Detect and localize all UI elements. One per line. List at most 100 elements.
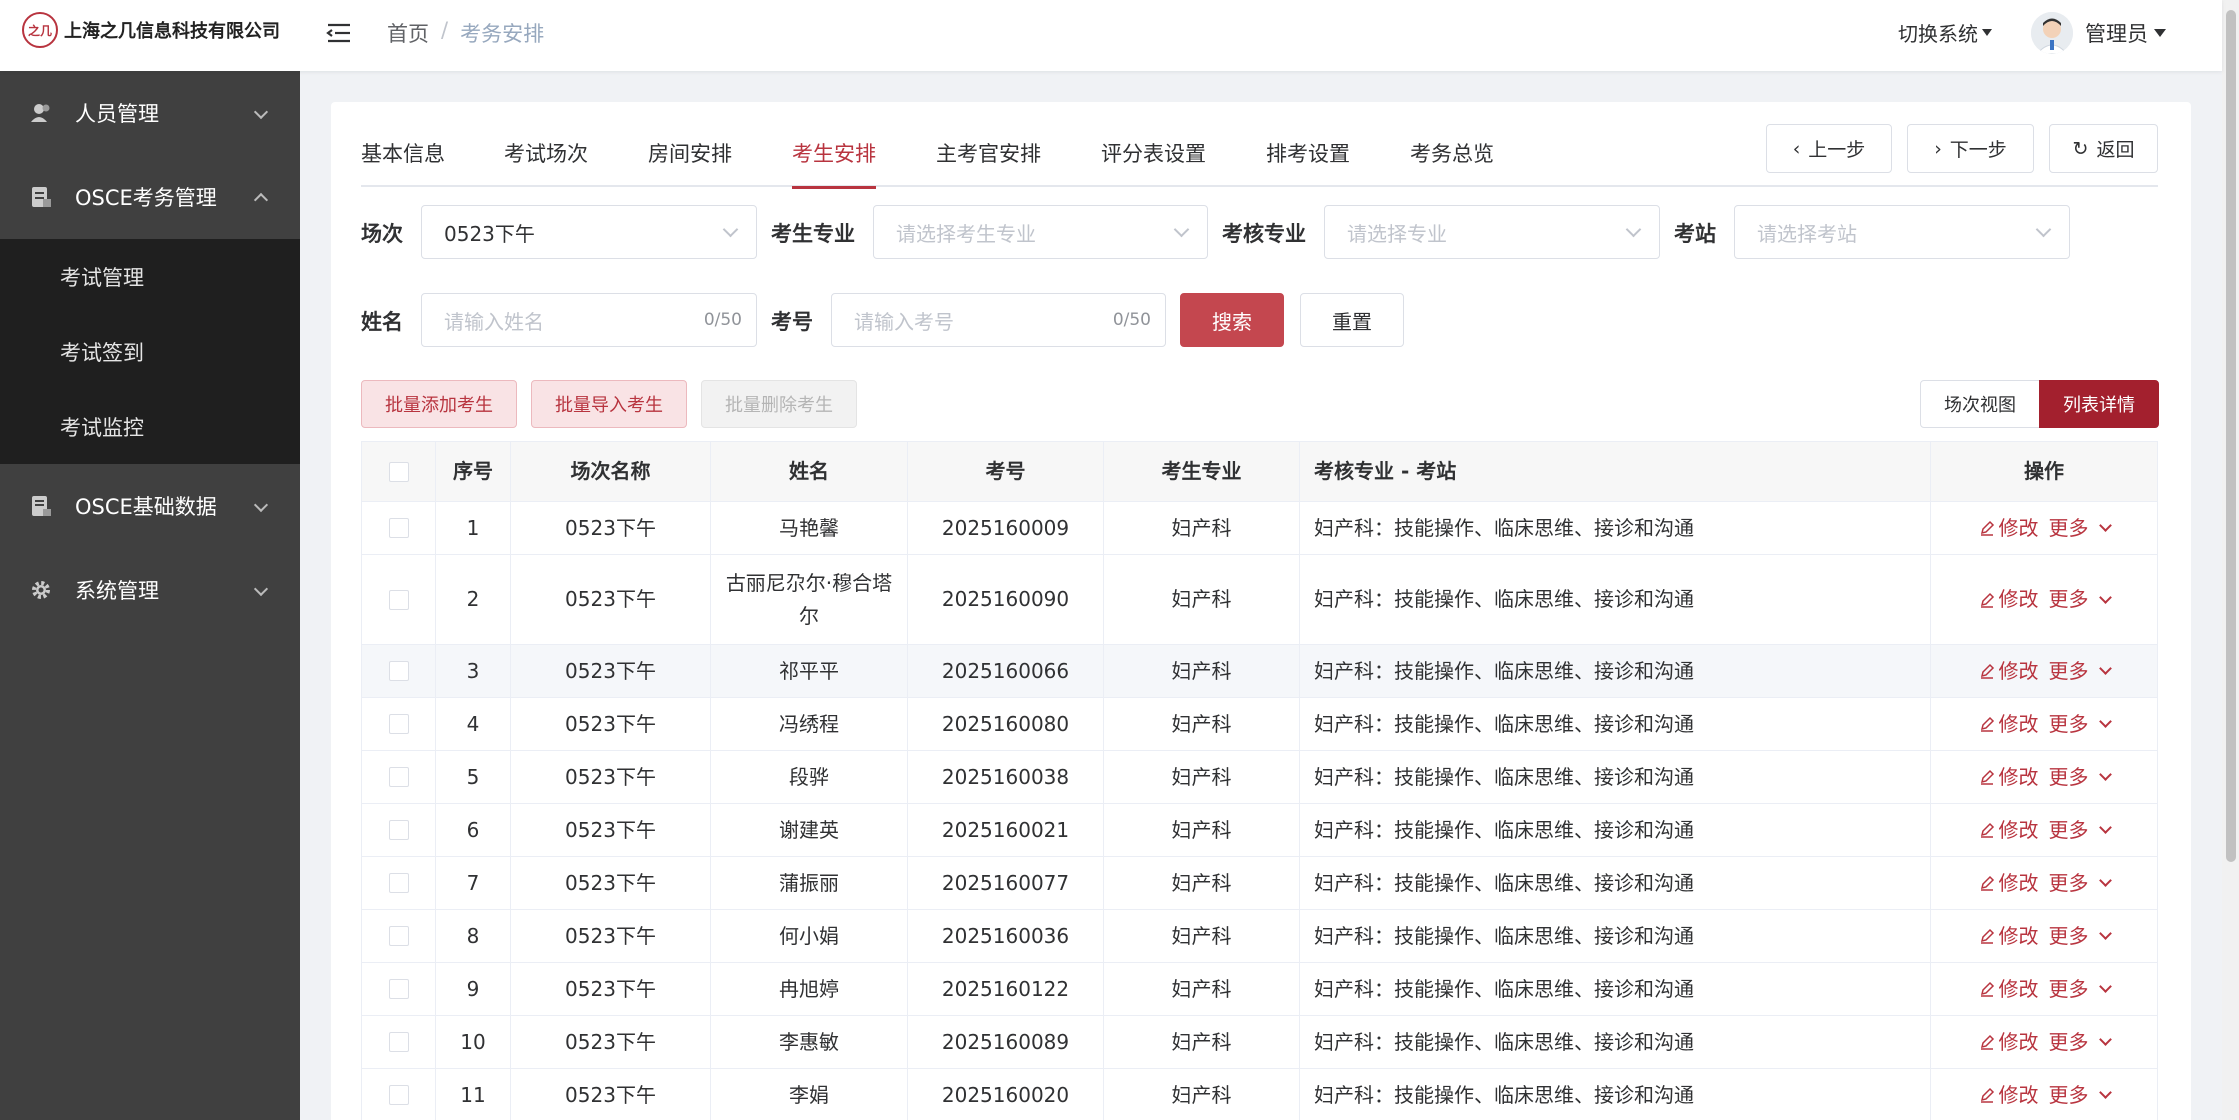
row-exam-number: 2025160020 [908, 1069, 1104, 1120]
avatar[interactable] [2031, 12, 2073, 54]
more-dropdown[interactable]: 更多 [2048, 761, 2112, 794]
row-checkbox[interactable] [388, 661, 409, 681]
table-row[interactable]: 6 0523下午 谢建英 2025160021 妇产科 妇产科：技能操作、临床思维、接诊和… [362, 804, 2157, 857]
edit-label: 修改 [1998, 870, 2039, 895]
edit-link[interactable]: 修改 [1979, 814, 2039, 847]
table-row[interactable]: 10 0523下午 李惠敏 2025160089 妇产科 妇产科：技能操作、临床思维、接诊… [362, 1016, 2157, 1069]
sidebar-item-osce-data[interactable]: OSCE基础数据 [0, 464, 300, 548]
row-actions: 修改 更多 [1931, 963, 2157, 1015]
sidebar-item-system[interactable]: 系统管理 [0, 548, 300, 632]
row-checkbox[interactable] [388, 1085, 409, 1105]
tab-schedule-settings[interactable]: 排考设置 [1266, 138, 1350, 187]
session-view-button[interactable]: 场次视图 [1920, 380, 2040, 428]
row-checkbox[interactable] [388, 820, 409, 840]
more-label: 更多 [2048, 658, 2089, 683]
table-row[interactable]: 5 0523下午 段骅 2025160038 妇产科 妇产科：技能操作、临床思维、接诊和沟… [362, 751, 2157, 804]
row-actions: 修改 更多 [1931, 502, 2157, 554]
row-exam-number: 2025160090 [908, 555, 1104, 644]
row-actions: 修改 更多 [1931, 857, 2157, 909]
row-session: 0523下午 [511, 857, 711, 909]
tab-exam-sessions[interactable]: 考试场次 [504, 138, 588, 187]
edit-link[interactable]: 修改 [1979, 708, 2039, 741]
chevron-down-icon [2098, 590, 2112, 604]
edit-link[interactable]: 修改 [1979, 1079, 2039, 1112]
reset-button[interactable]: 重置 [1300, 293, 1404, 347]
next-step-button[interactable]: › 下一步 [1907, 124, 2034, 173]
batch-import-students-button[interactable]: 批量导入考生 [531, 380, 687, 428]
row-checkbox[interactable] [388, 714, 409, 734]
tab-basic-info[interactable]: 基本信息 [361, 138, 445, 187]
submenu-item-exam-checkin[interactable]: 考试签到 [0, 314, 300, 389]
more-dropdown[interactable]: 更多 [2049, 814, 2112, 847]
number-label: 考号 [771, 310, 813, 334]
edit-link[interactable]: 修改 [1979, 920, 2039, 953]
tab-score-sheet[interactable]: 评分表设置 [1101, 138, 1206, 187]
menu-toggle-icon[interactable] [326, 20, 352, 46]
assess-major-select[interactable]: 请选择专业 [1324, 205, 1660, 259]
edit-link[interactable]: 修改 [1979, 583, 2039, 616]
table-row[interactable]: 11 0523下午 李娟 2025160020 妇产科 妇产科：技能操作、临床思维、接诊和… [362, 1069, 2157, 1120]
select-all-checkbox[interactable] [388, 461, 409, 482]
switch-system-dropdown[interactable]: 切换系统 [1898, 18, 1992, 47]
row-actions: 修改 更多 [1931, 698, 2157, 750]
prev-step-button[interactable]: ‹ 上一步 [1766, 124, 1892, 173]
row-number: 3 [436, 645, 511, 697]
batch-add-students-button[interactable]: 批量添加考生 [361, 380, 517, 428]
edit-link[interactable]: 修改 [1979, 867, 2039, 900]
tab-student-arrangement[interactable]: 考生安排 [792, 138, 876, 189]
more-dropdown[interactable]: 更多 [2049, 867, 2112, 900]
sidebar-item-osce-affairs[interactable]: OSCE考务管理 [0, 155, 300, 239]
edit-link[interactable]: 修改 [1979, 1026, 2039, 1059]
more-dropdown[interactable]: 更多 [2049, 583, 2112, 616]
table-row[interactable]: 4 0523下午 冯绣程 2025160080 妇产科 妇产科：技能操作、临床思维、接诊和… [362, 698, 2157, 751]
row-select-cell [362, 804, 436, 856]
more-dropdown[interactable]: 更多 [2049, 973, 2112, 1006]
more-dropdown[interactable]: 更多 [2049, 1079, 2112, 1112]
edit-label: 修改 [1998, 817, 2039, 842]
scrollbar-thumb[interactable] [2226, 10, 2236, 862]
session-select[interactable]: 0523下午 [421, 205, 757, 259]
row-checkbox[interactable] [388, 926, 409, 946]
student-major-select[interactable]: 请选择考生专业 [873, 205, 1208, 259]
row-checkbox[interactable] [388, 589, 409, 610]
table-row[interactable]: 8 0523下午 何小娟 2025160036 妇产科 妇产科：技能操作、临床思维、接诊和… [362, 910, 2157, 963]
edit-link[interactable]: 修改 [1979, 973, 2039, 1006]
chevron-down-icon [2098, 1086, 2112, 1099]
tab-examiner-arrangement[interactable]: 主考官安排 [936, 138, 1041, 187]
name-input[interactable]: 请输入姓名 0/50 [421, 293, 757, 347]
station-select[interactable]: 请选择考站 [1734, 205, 2070, 259]
more-dropdown[interactable]: 更多 [2049, 1026, 2112, 1059]
edit-link[interactable]: 修改 [1979, 512, 2039, 545]
search-button[interactable]: 搜索 [1180, 293, 1284, 347]
list-detail-button[interactable]: 列表详情 [2039, 380, 2159, 428]
row-checkbox[interactable] [388, 1032, 409, 1052]
more-label: 更多 [2048, 764, 2089, 789]
edit-link[interactable]: 修改 [1979, 655, 2039, 688]
user-name-label: 管理员 [2085, 22, 2148, 46]
breadcrumb-home[interactable]: 首页 [387, 18, 429, 48]
row-checkbox[interactable] [388, 767, 409, 787]
table-row[interactable]: 2 0523下午 古丽尼尕尔·穆合塔尔 2025160090 妇产科 妇产科：技能操作、临… [362, 555, 2157, 645]
more-dropdown[interactable]: 更多 [2049, 708, 2112, 741]
row-checkbox[interactable] [388, 873, 409, 893]
more-dropdown[interactable]: 更多 [2049, 920, 2112, 953]
tab-room-arrangement[interactable]: 房间安排 [648, 138, 732, 187]
more-dropdown[interactable]: 更多 [2048, 655, 2112, 688]
edit-link[interactable]: 修改 [1979, 761, 2039, 794]
sidebar-item-personnel[interactable]: 人员管理 [0, 71, 300, 155]
company-logo[interactable]: 之几 上海之几信息科技有限公司 [22, 12, 280, 48]
page-scrollbar[interactable] [2222, 0, 2239, 1120]
exam-number-input[interactable]: 请输入考号 0/50 [831, 293, 1166, 347]
table-row[interactable]: 9 0523下午 冉旭婷 2025160122 妇产科 妇产科：技能操作、临床思维、接诊和… [362, 963, 2157, 1016]
table-row[interactable]: 3 0523下午 祁平平 2025160066 妇产科 妇产科：技能操作、临床思维、接诊和… [362, 645, 2157, 698]
row-checkbox[interactable] [388, 979, 409, 999]
table-row[interactable]: 1 0523下午 马艳馨 2025160009 妇产科 妇产科：技能操作、临床思维、接诊和… [362, 502, 2157, 555]
row-checkbox[interactable] [388, 518, 409, 538]
more-dropdown[interactable]: 更多 [2049, 512, 2112, 545]
table-row[interactable]: 7 0523下午 蒲振丽 2025160077 妇产科 妇产科：技能操作、临床思维、接诊和… [362, 857, 2157, 910]
submenu-item-exam-monitor[interactable]: 考试监控 [0, 389, 300, 464]
user-menu[interactable]: 管理员 [2085, 18, 2166, 48]
submenu-item-exam-management[interactable]: 考试管理 [0, 239, 300, 314]
tab-overview[interactable]: 考务总览 [1410, 138, 1494, 187]
back-button[interactable]: ↻ 返回 [2049, 124, 2158, 173]
